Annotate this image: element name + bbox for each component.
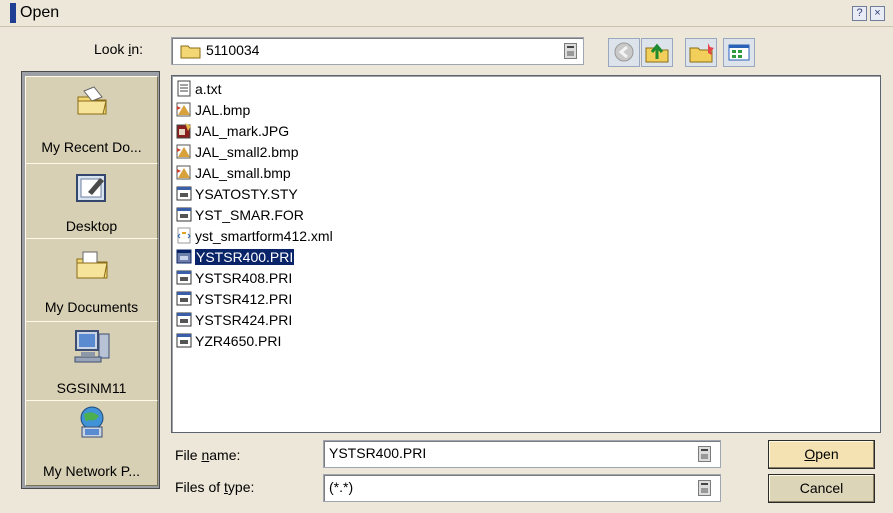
file-name: YSTSR424.PRI [195,311,293,328]
file-item[interactable]: yst_smartform412.xml [175,226,333,245]
file-name: YZR4650.PRI [195,332,282,349]
generic-file-icon [176,312,192,327]
title-accent [10,3,16,23]
file-name: YST_SMAR.FOR [195,206,304,223]
file-item-selected[interactable]: YSTSR400.PRI [175,247,295,266]
file-name: YSATOSTY.STY [195,185,298,202]
file-item[interactable]: JAL_mark.JPG [175,121,289,140]
place-my-documents[interactable]: My Documents [25,238,158,322]
generic-file-icon [176,333,192,348]
file-item[interactable]: YZR4650.PRI [175,331,281,350]
place-desktop[interactable]: Desktop [25,163,158,239]
look-in-value: 5110034 [206,42,260,58]
file-name-dropdown-icon[interactable] [698,446,711,462]
file-item[interactable]: a.txt [175,79,221,98]
window-title: Open [20,4,60,21]
file-item[interactable]: YSTSR408.PRI [175,268,292,287]
open-dialog: Open ? × Look in: 5110034 My Recent Do..… [0,0,893,513]
file-item[interactable]: YSTSR412.PRI [175,289,292,308]
generic-file-icon [176,270,192,285]
file-name: a.txt [195,80,222,97]
new-folder-icon [689,43,714,63]
file-name: JAL.bmp [195,101,251,118]
places-bar: My Recent Do... Desktop My Documents SGS… [21,71,160,489]
bitmap-file-icon [176,102,191,117]
file-type-value: (*.*) [329,479,354,495]
file-type-dropdown-icon[interactable] [698,480,711,496]
place-label: My Network P... [43,463,140,479]
look-in-dropdown-icon[interactable] [564,43,577,59]
place-recent-documents[interactable]: My Recent Do... [25,76,158,164]
open-button[interactable]: Open [768,440,875,469]
file-type-select[interactable]: (*.*) [323,474,721,502]
place-label: Desktop [65,218,118,234]
network-places-icon [80,406,104,438]
up-folder-icon [645,43,669,63]
file-item[interactable]: YSTSR424.PRI [175,310,292,329]
place-label: My Documents [44,299,139,315]
file-name: JAL_small.bmp [195,164,291,181]
up-folder-button[interactable] [641,38,673,67]
back-button[interactable] [608,38,640,67]
cancel-button[interactable]: Cancel [768,474,875,503]
text-file-icon [177,80,191,97]
place-label: My Recent Do... [41,139,142,155]
file-list[interactable]: a.txt JAL.bmp JAL_mark.JPG JAL_small2.bm… [171,75,881,433]
computer-icon [74,330,110,363]
view-menu-button[interactable] [723,38,755,67]
new-folder-button[interactable] [685,38,717,67]
file-name: yst_smartform412.xml [195,227,333,244]
generic-file-icon [176,249,192,264]
file-type-label: Files of type: [175,479,255,495]
jpeg-file-icon [176,123,191,139]
file-name: YSTSR408.PRI [195,269,293,286]
file-item[interactable]: YST_SMAR.FOR [175,205,304,224]
look-in-label: Look in: [94,41,144,57]
my-documents-icon [76,251,108,279]
close-button[interactable]: × [870,6,885,21]
generic-file-icon [176,291,192,306]
recent-documents-icon [77,86,107,115]
place-label: SGSINM11 [56,380,127,396]
place-network[interactable]: My Network P... [25,400,158,486]
look-in-combobox[interactable]: 5110034 [171,37,584,65]
help-button[interactable]: ? [852,6,867,21]
bitmap-file-icon [176,144,191,159]
desktop-icon [76,174,106,202]
title-bar[interactable]: Open ? × [0,0,893,27]
place-computer[interactable]: SGSINM11 [25,321,158,401]
file-name: YSTSR412.PRI [195,290,293,307]
generic-file-icon [176,207,192,222]
file-name: JAL_small2.bmp [195,143,299,160]
file-name-label: File name: [175,447,241,463]
file-name: YSTSR400.PRI [195,248,295,265]
folder-icon [180,45,201,59]
bitmap-file-icon [176,165,191,180]
xml-file-icon [177,227,191,244]
file-item[interactable]: YSATOSTY.STY [175,184,298,203]
file-name-input[interactable]: YSTSR400.PRI [323,440,721,468]
view-menu-icon [728,44,750,61]
generic-file-icon [176,186,192,201]
file-item[interactable]: JAL.bmp [175,100,250,119]
file-name-value: YSTSR400.PRI [329,445,427,461]
back-icon [614,42,634,62]
file-item[interactable]: JAL_small.bmp [175,163,291,182]
file-name: JAL_mark.JPG [195,122,290,139]
file-item[interactable]: JAL_small2.bmp [175,142,299,161]
